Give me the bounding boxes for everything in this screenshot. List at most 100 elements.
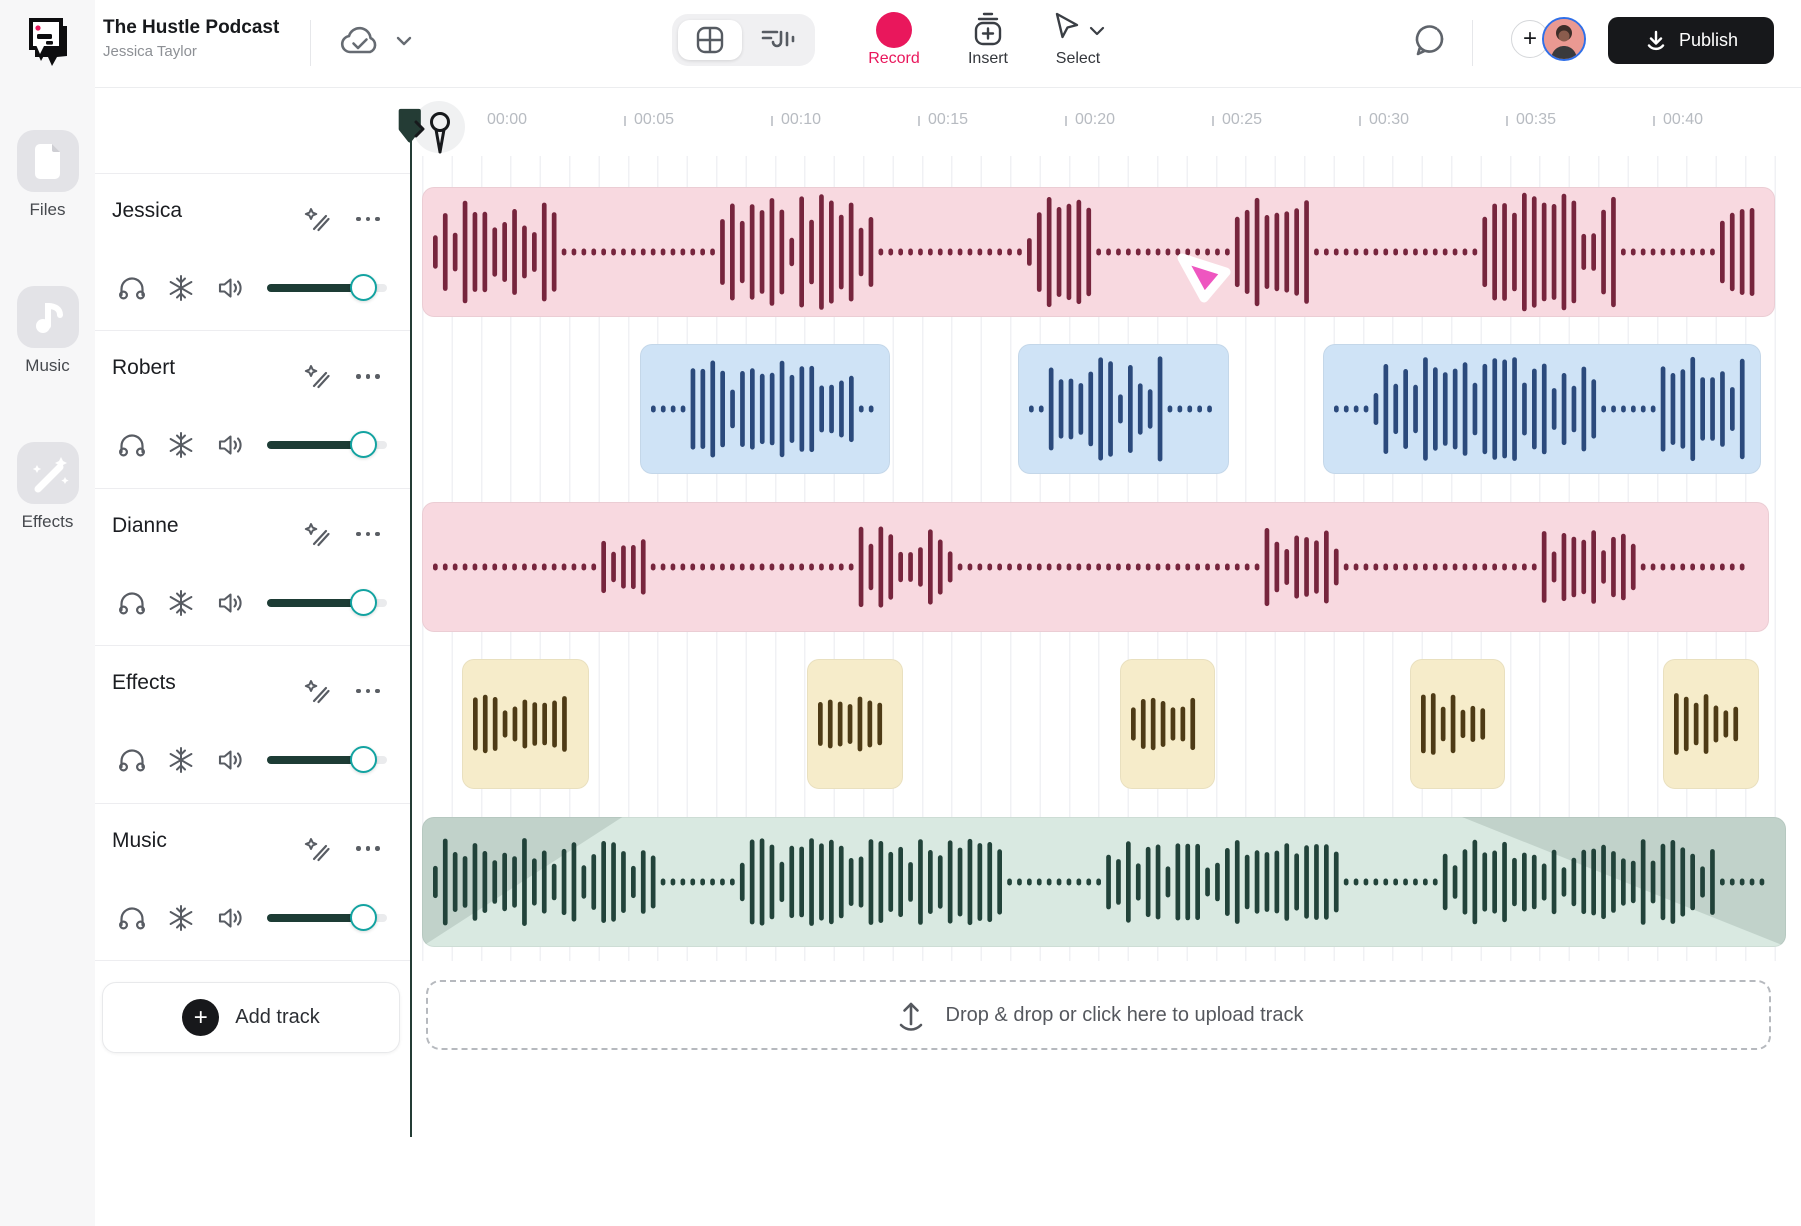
upload-icon <box>894 998 928 1032</box>
project-title: The Hustle Podcast <box>103 17 279 39</box>
headphones-icon[interactable] <box>117 430 147 460</box>
audio-clip[interactable] <box>640 344 890 474</box>
files-icon <box>17 130 79 192</box>
audio-clip[interactable] <box>1018 344 1229 474</box>
enhance-audio-icon[interactable] <box>301 203 333 235</box>
track-header-panel: Jessica <box>95 88 411 968</box>
freeze-icon[interactable] <box>166 745 196 775</box>
freeze-icon[interactable] <box>166 903 196 933</box>
publish-button[interactable]: Publish <box>1608 17 1774 64</box>
volume-icon[interactable] <box>216 273 246 303</box>
user-avatar[interactable] <box>1542 17 1586 61</box>
audio-clip[interactable] <box>422 187 1775 317</box>
ruler-tick <box>1212 116 1214 126</box>
audio-clip[interactable] <box>807 659 903 789</box>
publish-label: Publish <box>1679 30 1738 51</box>
track-menu-button[interactable] <box>351 209 385 229</box>
divider <box>310 20 311 66</box>
rail-label: Effects <box>0 512 95 532</box>
waveform <box>1663 659 1759 789</box>
volume-slider[interactable] <box>267 284 387 292</box>
enhance-audio-icon[interactable] <box>301 833 333 865</box>
podcast-editor-app: Files Music Effects <box>0 0 1801 1226</box>
add-track-button[interactable]: + Add track <box>102 982 400 1053</box>
time-ruler[interactable]: 00:0000:0500:1000:1500:2000:2500:3000:35… <box>411 88 1801 173</box>
ruler-time-label: 00:40 <box>1663 111 1703 129</box>
cloud-sync-icon[interactable] <box>338 22 382 62</box>
freeze-icon[interactable] <box>166 273 196 303</box>
track-menu-button[interactable] <box>351 524 385 544</box>
sidebar-item-effects[interactable]: Effects <box>0 442 95 532</box>
headphones-icon[interactable] <box>117 745 147 775</box>
volume-icon[interactable] <box>216 430 246 460</box>
track-lane <box>411 645 1801 802</box>
volume-icon[interactable] <box>216 903 246 933</box>
timeline-view-icon <box>759 23 797 57</box>
waveform <box>1410 659 1505 789</box>
layout-view-button[interactable] <box>678 20 742 60</box>
select-cursor-icon <box>1049 10 1083 46</box>
audio-clip[interactable] <box>462 659 589 789</box>
track-lane <box>411 173 1801 330</box>
audio-clip[interactable] <box>1410 659 1505 789</box>
volume-slider[interactable] <box>267 441 387 449</box>
audio-clip[interactable] <box>422 502 1769 632</box>
volume-slider[interactable] <box>267 599 387 607</box>
track-lane <box>411 488 1801 645</box>
sidebar-item-files[interactable]: Files <box>0 130 95 220</box>
waveform <box>1323 344 1761 474</box>
waveform <box>422 187 1775 317</box>
track-name: Dianne <box>112 514 179 538</box>
sync-menu-chevron-down-icon[interactable] <box>393 30 415 52</box>
track-menu-button[interactable] <box>351 366 385 386</box>
ruler-time-label: 00:10 <box>781 111 821 129</box>
skip-marker-icon[interactable] <box>412 110 458 167</box>
waveform <box>462 659 589 789</box>
upload-track-dropzone[interactable]: Drop & drop or click here to upload trac… <box>426 980 1771 1050</box>
plus-icon: + <box>182 999 219 1036</box>
track-header: Dianne <box>95 488 411 645</box>
enhance-audio-icon[interactable] <box>301 675 333 707</box>
volume-slider-knob[interactable] <box>350 746 377 773</box>
audio-clip[interactable] <box>1120 659 1215 789</box>
audio-clip[interactable] <box>1663 659 1759 789</box>
top-toolbar: The Hustle Podcast Jessica Taylor <box>95 0 1801 88</box>
record-button[interactable]: Record <box>854 0 934 88</box>
volume-slider-knob[interactable] <box>350 589 377 616</box>
record-label: Record <box>854 50 934 68</box>
comments-icon[interactable] <box>1411 21 1449 59</box>
sidebar-item-music[interactable]: Music <box>0 286 95 376</box>
volume-slider[interactable] <box>267 914 387 922</box>
audio-clip[interactable] <box>1323 344 1761 474</box>
timeline-view-button[interactable] <box>749 20 807 60</box>
view-toggle <box>672 14 815 66</box>
ruler-tick <box>624 116 626 126</box>
timeline-area: 00:0000:0500:1000:1500:2000:2500:3000:35… <box>411 88 1801 1226</box>
ruler-tick <box>1653 116 1655 126</box>
select-button[interactable]: Select <box>1035 0 1121 88</box>
volume-slider-knob[interactable] <box>350 431 377 458</box>
freeze-icon[interactable] <box>166 430 196 460</box>
ruler-time-label: 00:20 <box>1075 111 1115 129</box>
headphones-icon[interactable] <box>117 273 147 303</box>
headphones-icon[interactable] <box>117 588 147 618</box>
playhead-line[interactable] <box>410 140 412 1137</box>
layout-view-icon <box>693 23 727 57</box>
track-menu-button[interactable] <box>351 839 385 859</box>
volume-icon[interactable] <box>216 745 246 775</box>
headphones-icon[interactable] <box>117 903 147 933</box>
volume-slider[interactable] <box>267 756 387 764</box>
volume-icon[interactable] <box>216 588 246 618</box>
volume-slider-knob[interactable] <box>350 904 377 931</box>
enhance-audio-icon[interactable] <box>301 518 333 550</box>
track-menu-button[interactable] <box>351 681 385 701</box>
app-logo-icon[interactable] <box>17 10 75 72</box>
audio-clip[interactable] <box>422 817 1786 947</box>
upload-label: Drop & drop or click here to upload trac… <box>946 1004 1304 1027</box>
enhance-audio-icon[interactable] <box>301 360 333 392</box>
ruler-time-label: 00:35 <box>1516 111 1556 129</box>
select-label: Select <box>1035 50 1121 68</box>
freeze-icon[interactable] <box>166 588 196 618</box>
volume-slider-knob[interactable] <box>350 274 377 301</box>
insert-button[interactable]: Insert <box>948 0 1028 88</box>
